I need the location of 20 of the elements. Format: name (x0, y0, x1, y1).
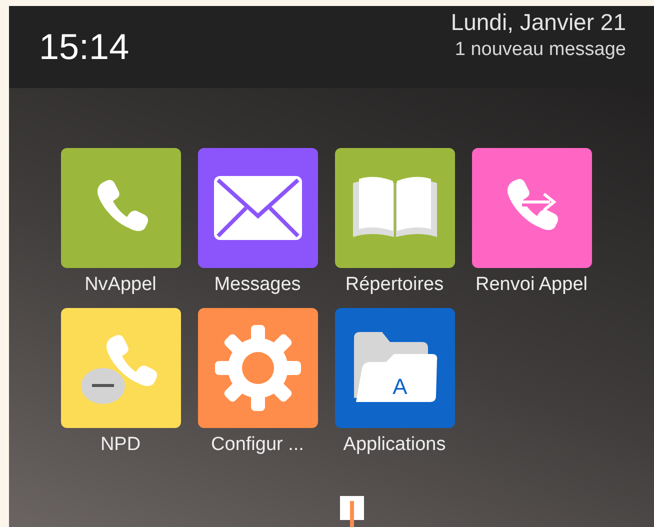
date-text: Lundi, Janvier 21 (450, 9, 626, 36)
app-tile[interactable]: A (334, 308, 454, 428)
page-indicator-icon (338, 495, 364, 527)
app-label: Configur ... (211, 434, 304, 456)
notification-text[interactable]: 1 nouveau message (454, 39, 626, 61)
app-tile[interactable] (60, 148, 180, 268)
app-label: NvAppel (84, 274, 156, 296)
app-tile[interactable] (60, 308, 180, 428)
app-tile[interactable] (472, 148, 592, 268)
app-label: NPD (100, 434, 141, 456)
app-tile[interactable] (198, 148, 318, 268)
app-tile[interactable] (334, 148, 454, 268)
app-label: Répertoires (345, 274, 444, 296)
app-label: Messages (214, 274, 301, 296)
clock: 15:14 (39, 26, 130, 68)
gear-icon (214, 325, 300, 411)
app-label: Renvoi Appel (476, 274, 588, 296)
app-tile[interactable] (198, 308, 318, 428)
app-label: Applications (343, 434, 446, 456)
envelope-icon (214, 176, 302, 240)
